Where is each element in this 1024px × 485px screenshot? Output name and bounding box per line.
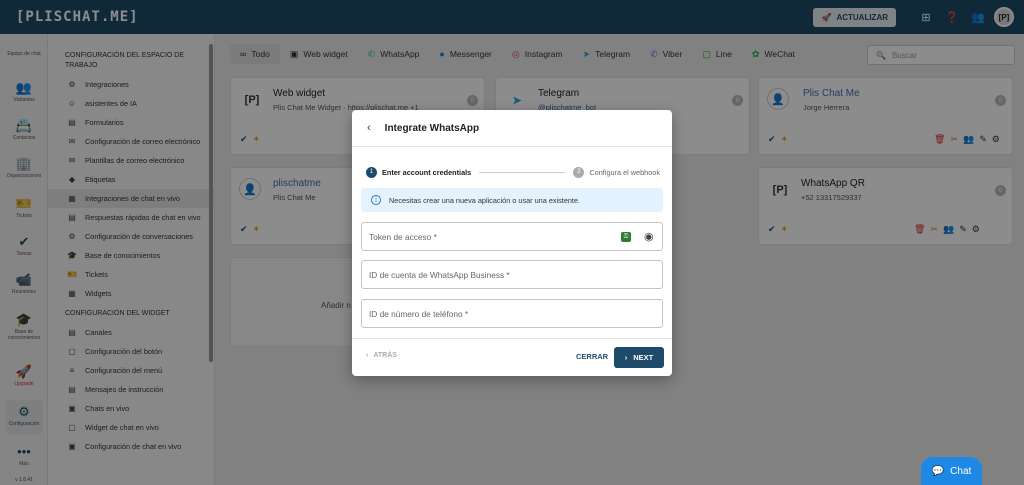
- info-icon: i: [371, 195, 381, 205]
- dialog-footer: ‹ ATRÁS CERRAR › NEXT: [352, 338, 672, 376]
- access-token-placeholder: Token de acceso *: [369, 231, 437, 242]
- chevron-right-icon: ›: [624, 353, 628, 362]
- step-connector: [479, 171, 566, 173]
- dialog-title: Integrate WhatsApp: [384, 122, 480, 134]
- dialog-header: ‹ Integrate WhatsApp: [352, 110, 672, 147]
- info-alert: i Necesitas crear una nueva aplicación o…: [361, 188, 663, 212]
- access-token-field[interactable]: Token de acceso * ⚿ ◉: [361, 222, 663, 251]
- integrate-whatsapp-dialog: ‹ Integrate WhatsApp 1 Enter account cre…: [352, 110, 672, 376]
- phone-number-id-field[interactable]: ID de número de teléfono *: [361, 299, 663, 328]
- live-chat-button[interactable]: 💬 Chat: [921, 457, 982, 485]
- chat-bubble-icon: 💬: [931, 465, 945, 477]
- step-2-indicator: 2: [573, 166, 585, 178]
- password-manager-icon[interactable]: ⚿: [621, 232, 631, 242]
- step-1-label: Enter account credentials: [382, 167, 472, 177]
- step-1-indicator: 1: [366, 166, 377, 178]
- eye-icon[interactable]: ◉: [644, 230, 654, 243]
- next-button[interactable]: › NEXT: [614, 347, 664, 368]
- stepper: 1 Enter account credentials 2 Configura …: [366, 166, 660, 178]
- close-button[interactable]: CERRAR: [576, 352, 608, 361]
- step-2-label: Configura el webhook: [589, 167, 660, 177]
- phone-number-id-placeholder: ID de número de teléfono *: [369, 308, 469, 319]
- back-button[interactable]: ‹ ATRÁS: [366, 352, 397, 359]
- info-text: Necesitas crear una nueva aplicación o u…: [389, 195, 581, 205]
- back-arrow-icon[interactable]: ‹: [367, 122, 371, 134]
- business-account-id-field[interactable]: ID de cuenta de WhatsApp Business *: [361, 260, 663, 289]
- business-account-id-placeholder: ID de cuenta de WhatsApp Business *: [369, 269, 510, 280]
- chevron-left-icon: ‹: [366, 352, 369, 359]
